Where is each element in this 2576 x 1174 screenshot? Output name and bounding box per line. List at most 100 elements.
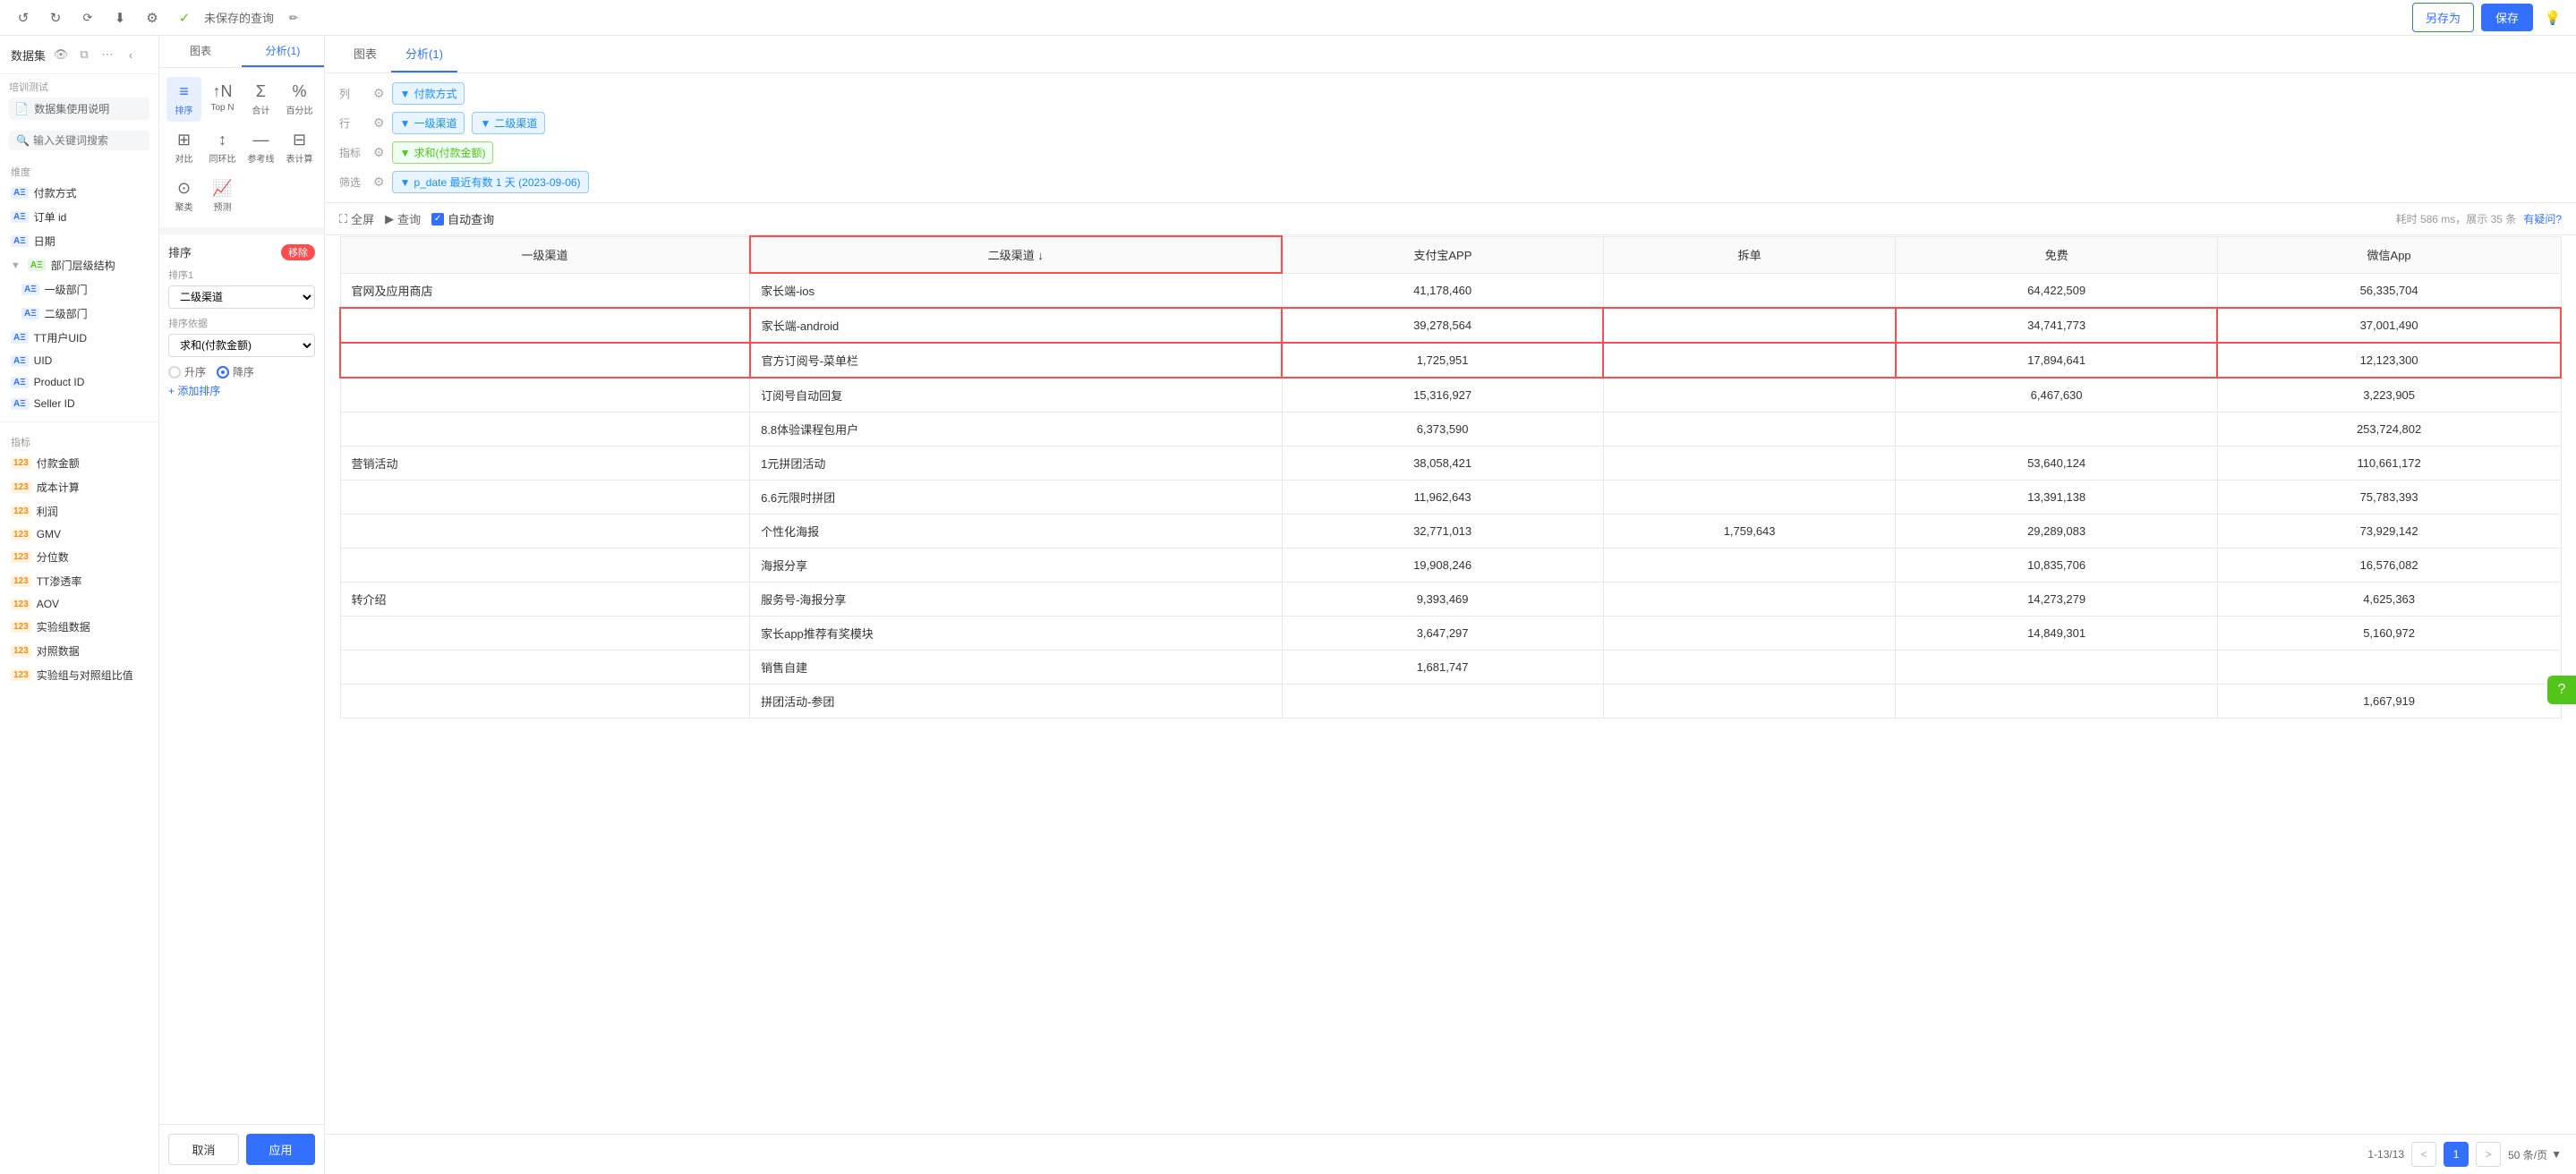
- sidebar-item-dept1[interactable]: AΞ 一级部门: [0, 277, 158, 302]
- fullscreen-btn[interactable]: ⛶ 全屏: [339, 210, 374, 227]
- sidebar-item-seller-id[interactable]: AΞ Seller ID: [0, 393, 158, 414]
- td-zfb: 32,771,013: [1282, 515, 1603, 549]
- sidebar-item-order-id[interactable]: AΞ 订单 id: [0, 205, 158, 229]
- desc-radio-label[interactable]: 降序: [217, 364, 254, 379]
- td-free: 53,640,124: [1896, 447, 2217, 481]
- chart-type-label: 聚类: [175, 200, 193, 213]
- next-page-btn[interactable]: >: [2476, 1142, 2501, 1167]
- sidebar-item-payment[interactable]: AΞ 付款方式: [0, 181, 158, 205]
- chart-type-compare[interactable]: ⊞ 对比: [166, 125, 201, 170]
- sidebar-item-date[interactable]: AΞ 日期: [0, 229, 158, 253]
- refresh-btn[interactable]: ⟳: [75, 5, 100, 30]
- col-tag-payment[interactable]: ▼ 付款方式: [392, 82, 465, 105]
- page-info: 1-13/13: [2367, 1148, 2404, 1161]
- per-page-arrow[interactable]: ▼: [2551, 1148, 2562, 1161]
- prev-page-btn[interactable]: <: [2411, 1142, 2436, 1167]
- add-sort-btn[interactable]: + 添加排序: [168, 379, 315, 402]
- tab-analysis-view[interactable]: 分析(1): [391, 36, 457, 72]
- filter-settings-icon[interactable]: ⚙: [373, 174, 385, 190]
- sidebar-item-tt-rate[interactable]: 123 TT渗透率: [0, 569, 158, 593]
- apply-button[interactable]: 应用: [246, 1134, 315, 1165]
- sidebar-item-payment-amount[interactable]: 123 付款金额: [0, 451, 158, 475]
- metric-type-icon: 123: [11, 621, 31, 633]
- edit-icon[interactable]: ✏: [281, 5, 306, 30]
- sidebar-item-exp-data[interactable]: 123 实验组数据: [0, 615, 158, 639]
- query-exec-btn[interactable]: ▶ 查询: [385, 210, 421, 227]
- middle-bottom: 取消 应用: [159, 1124, 324, 1174]
- has-issue-link[interactable]: 有疑问?: [2523, 211, 2562, 226]
- help-fab[interactable]: ?: [2547, 676, 2576, 704]
- query-title: 未保存的查询: [204, 9, 274, 26]
- chart-type-cluster[interactable]: ⊙ 聚类: [166, 174, 201, 218]
- tab-chart-view[interactable]: 图表: [339, 36, 391, 72]
- save-icon-btn[interactable]: ⬇: [107, 5, 132, 30]
- sidebar-item-aov[interactable]: 123 AOV: [0, 593, 158, 615]
- sidebar-item-product-id[interactable]: AΞ Product ID: [0, 371, 158, 393]
- row-tag-ch1[interactable]: ▼ 一级渠道: [392, 112, 465, 134]
- td-channel1: [340, 308, 750, 343]
- page1-btn[interactable]: 1: [2444, 1142, 2469, 1167]
- sidebar-item-uid[interactable]: AΞ UID: [0, 350, 158, 371]
- copy-icon[interactable]: ⧉: [74, 45, 94, 64]
- sidebar-item-dept2[interactable]: AΞ 二级部门: [0, 302, 158, 326]
- chart-type-pct[interactable]: % 百分比: [282, 77, 317, 122]
- chart-type-sort[interactable]: ≡ 排序: [166, 77, 201, 122]
- save-alt-button[interactable]: 另存为: [2412, 3, 2474, 32]
- more-icon[interactable]: ⋯: [98, 45, 117, 64]
- row-settings-icon[interactable]: ⚙: [373, 115, 385, 131]
- save-button[interactable]: 保存: [2481, 4, 2533, 31]
- col-settings-icon[interactable]: ⚙: [373, 86, 385, 101]
- sort-panel: 排序 移除 排序1 二级渠道 一级渠道 付款方式 排序依据 求和(付款金额): [159, 234, 324, 1124]
- td-zfb: 39,278,564: [1282, 308, 1603, 343]
- redo-btn[interactable]: ↻: [43, 5, 68, 30]
- sidebar-item-ctrl-data[interactable]: 123 对照数据: [0, 639, 158, 663]
- desc-radio[interactable]: [217, 366, 229, 379]
- chart-type-topn[interactable]: ↑N Top N: [205, 77, 240, 122]
- bulb-icon[interactable]: 💡: [2540, 5, 2565, 30]
- asc-radio-label[interactable]: 升序: [168, 364, 206, 379]
- per-page-label: 50 条/页: [2508, 1147, 2547, 1162]
- td-channel1: [340, 343, 750, 378]
- chart-type-yoy[interactable]: ↕ 同环比: [205, 125, 240, 170]
- filter-tag-date[interactable]: ▼ p_date 最近有数 1 天 (2023-09-06): [392, 171, 589, 193]
- sidebar-item-tt-uid[interactable]: AΞ TT用户UID: [0, 326, 158, 350]
- sidebar-item-exp-ratio[interactable]: 123 实验组与对照组比值: [0, 663, 158, 687]
- sidebar-item-label: GMV: [37, 528, 61, 540]
- sidebar-item-cost[interactable]: 123 成本计算: [0, 475, 158, 499]
- sidebar-item-profit[interactable]: 123 利润: [0, 499, 158, 523]
- td-free: 13,391,138: [1896, 481, 2217, 515]
- metric-tag-sum[interactable]: ▼ 求和(付款金额): [392, 141, 494, 164]
- chart-type-forecast[interactable]: 📈 预测: [205, 174, 240, 218]
- collapse-icon[interactable]: ‹: [121, 45, 141, 64]
- th-free: 免费: [1896, 236, 2217, 273]
- undo-btn[interactable]: ↺: [11, 5, 36, 30]
- sidebar-item-quantile[interactable]: 123 分位数: [0, 545, 158, 569]
- tab-chart[interactable]: 图表: [159, 36, 242, 67]
- row-tag-ch2[interactable]: ▼ 二级渠道: [472, 112, 545, 134]
- cancel-button[interactable]: 取消: [168, 1134, 239, 1165]
- chart-type-refline[interactable]: — 参考线: [243, 125, 278, 170]
- sidebar-item-gmv[interactable]: 123 GMV: [0, 523, 158, 545]
- auto-query-checkbox[interactable]: ✓: [431, 213, 444, 225]
- table-row: 8.8体验课程包用户6,373,590253,724,802: [340, 413, 2561, 447]
- tab-analysis[interactable]: 分析(1): [242, 36, 324, 67]
- sidebar-item-label: 成本计算: [37, 480, 80, 495]
- eye-icon[interactable]: 👁: [51, 45, 71, 64]
- sort-by-select[interactable]: 二级渠道 一级渠道 付款方式: [168, 285, 315, 309]
- topn-chart-icon: ↑N: [213, 82, 233, 101]
- chart-type-tablecalc[interactable]: ⊟ 表计算: [282, 125, 317, 170]
- dataset-doc-item[interactable]: 📄 数据集使用说明: [9, 98, 149, 120]
- top-bar-left: ↺ ↻ ⟳ ⬇ ⚙ ✓ 未保存的查询 ✏: [11, 5, 2405, 30]
- metric-settings-icon[interactable]: ⚙: [373, 145, 385, 160]
- sidebar-item-dept-group[interactable]: ▼ AΞ 部门层级结构: [0, 253, 158, 277]
- sort-dep-select[interactable]: 求和(付款金额): [168, 334, 315, 357]
- remove-badge[interactable]: 移除: [281, 244, 315, 260]
- asc-radio[interactable]: [168, 366, 181, 379]
- settings-icon-btn[interactable]: ⚙: [140, 5, 165, 30]
- sort-row-1: 排序1 二级渠道 一级渠道 付款方式: [168, 268, 315, 309]
- sidebar-item-label: 付款金额: [37, 455, 80, 471]
- chart-type-sum[interactable]: Σ 合计: [243, 77, 278, 122]
- th-channel2[interactable]: 二级渠道 ↓: [750, 236, 1282, 273]
- search-input[interactable]: [33, 134, 142, 147]
- td-free: 14,849,301: [1896, 617, 2217, 651]
